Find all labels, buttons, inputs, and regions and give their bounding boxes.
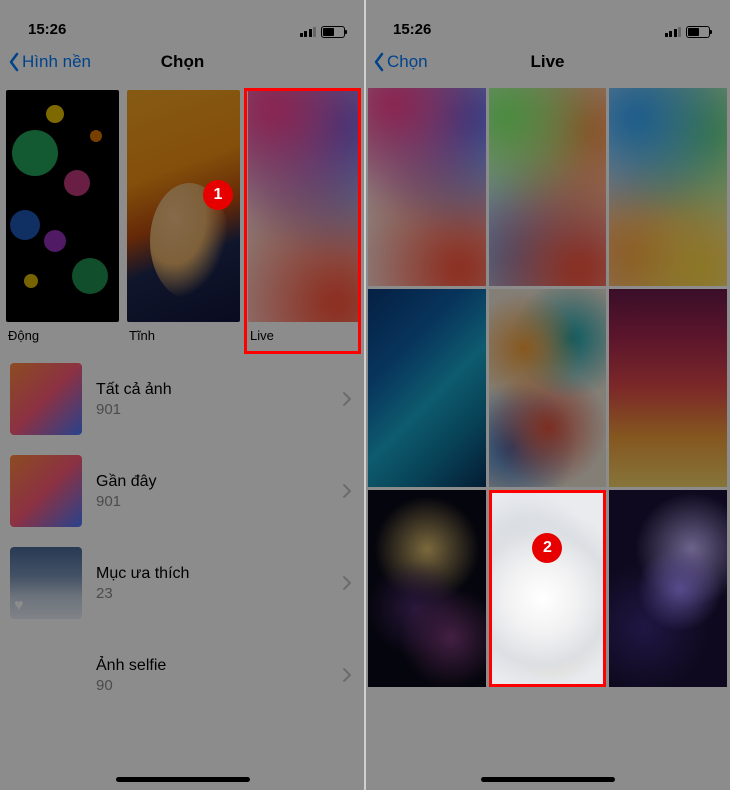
album-favorites[interactable]: ♥ Mục ưa thích 23 bbox=[0, 537, 365, 629]
signal-icon bbox=[665, 27, 682, 37]
chevron-left-icon bbox=[8, 52, 20, 72]
nav-bar: Chọn Live bbox=[365, 40, 730, 84]
wallpaper-grid: 2 bbox=[365, 84, 730, 687]
status-bar: 15:26 bbox=[0, 0, 365, 40]
wallpaper-item[interactable] bbox=[489, 289, 607, 487]
album-count: 23 bbox=[96, 585, 329, 602]
status-icons bbox=[665, 26, 711, 38]
category-label: Động bbox=[6, 322, 119, 349]
screen-choose-wallpaper: 15:26 Hình nền Chọn Động bbox=[0, 0, 365, 790]
chevron-right-icon bbox=[343, 576, 351, 590]
screen-live-wallpapers: 15:26 Chọn Live 2 bbox=[365, 0, 730, 790]
status-time: 15:26 bbox=[393, 21, 431, 38]
album-thumb: ♥ bbox=[10, 547, 82, 619]
step-badge-1: 1 bbox=[203, 180, 233, 210]
nav-bar: Hình nền Chọn bbox=[0, 40, 365, 84]
status-bar: 15:26 bbox=[365, 0, 730, 40]
album-count: 901 bbox=[96, 493, 329, 510]
chevron-left-icon bbox=[373, 52, 385, 72]
wallpaper-item[interactable] bbox=[368, 88, 486, 286]
battery-icon bbox=[321, 26, 345, 38]
category-thumb bbox=[6, 90, 119, 322]
heart-icon: ♥ bbox=[14, 597, 24, 615]
category-label: Tĩnh bbox=[127, 322, 240, 349]
album-recents[interactable]: Gần đây 901 bbox=[0, 445, 365, 537]
album-name: Ảnh selfie bbox=[96, 657, 329, 675]
category-row: Động Tĩnh Live bbox=[0, 84, 365, 349]
album-name: Mục ưa thích bbox=[96, 565, 329, 583]
album-thumb bbox=[10, 455, 82, 527]
album-selfies[interactable]: Ảnh selfie 90 bbox=[0, 629, 365, 721]
battery-icon bbox=[686, 26, 710, 38]
signal-icon bbox=[300, 27, 317, 37]
back-label: Chọn bbox=[387, 52, 428, 72]
album-count: 90 bbox=[96, 677, 329, 694]
status-time: 15:26 bbox=[28, 21, 66, 38]
wallpaper-item[interactable] bbox=[489, 88, 607, 286]
chevron-right-icon bbox=[343, 392, 351, 406]
album-all-photos[interactable]: Tất cả ảnh 901 bbox=[0, 353, 365, 445]
back-button[interactable]: Hình nền bbox=[8, 52, 91, 72]
album-count: 901 bbox=[96, 401, 329, 418]
album-name: Gần đây bbox=[96, 473, 329, 491]
home-indicator[interactable] bbox=[116, 777, 250, 782]
screenshot-divider bbox=[364, 0, 366, 790]
category-thumb bbox=[248, 90, 361, 322]
chevron-right-icon bbox=[343, 484, 351, 498]
step-badge-2: 2 bbox=[532, 533, 562, 563]
album-thumb bbox=[10, 639, 82, 711]
wallpaper-item-highlighted[interactable]: 2 bbox=[489, 490, 607, 688]
album-name: Tất cả ảnh bbox=[96, 381, 329, 399]
wallpaper-item[interactable] bbox=[609, 88, 727, 286]
category-label: Live bbox=[248, 322, 361, 349]
back-button[interactable]: Chọn bbox=[373, 52, 428, 72]
category-dynamic[interactable]: Động bbox=[6, 90, 119, 349]
back-label: Hình nền bbox=[22, 52, 91, 72]
status-icons bbox=[300, 26, 346, 38]
album-list: Tất cả ảnh 901 Gần đây 901 ♥ Mục ưa thíc… bbox=[0, 353, 365, 721]
home-indicator[interactable] bbox=[481, 777, 615, 782]
category-live[interactable]: Live bbox=[248, 90, 361, 349]
wallpaper-item[interactable] bbox=[368, 490, 486, 688]
wallpaper-item[interactable] bbox=[609, 289, 727, 487]
album-thumb bbox=[10, 363, 82, 435]
chevron-right-icon bbox=[343, 668, 351, 682]
category-static[interactable]: Tĩnh bbox=[127, 90, 240, 349]
wallpaper-item[interactable] bbox=[368, 289, 486, 487]
wallpaper-item[interactable] bbox=[609, 490, 727, 688]
